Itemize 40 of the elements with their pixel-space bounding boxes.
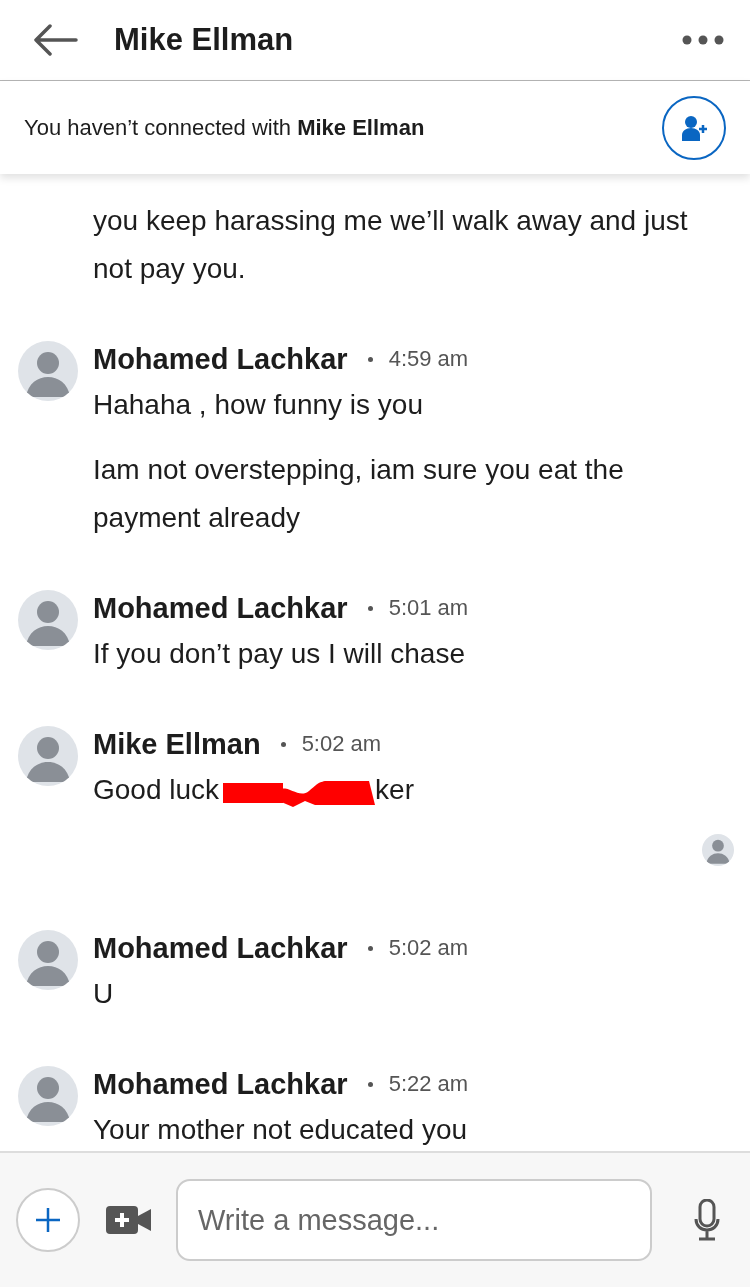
back-button[interactable] [32, 24, 78, 56]
message-time: 5:02 am [301, 731, 382, 757]
sender-name[interactable]: Mohamed Lachkar [93, 591, 348, 625]
video-camera-icon [106, 1206, 152, 1234]
message-text: Iam not overstepping, iam sure you eat the payment already [93, 454, 624, 533]
sender-name[interactable]: Mohamed Lachkar [93, 1067, 348, 1101]
separator-dot [367, 1081, 373, 1087]
message-time: 5:02 am [388, 935, 469, 961]
avatar [18, 341, 78, 401]
separator-dot [367, 605, 373, 611]
avatar [18, 930, 78, 990]
sender-name[interactable]: Mike Ellman [93, 727, 261, 761]
message-text: If you don’t pay us I will chase [93, 638, 465, 669]
message-text: ker [375, 774, 414, 805]
video-call-button[interactable] [106, 1206, 152, 1234]
message-text: you keep harassing me we’ll walk away and just not pay you. [93, 205, 688, 284]
avatar [18, 726, 78, 786]
message-text: Good luck [93, 774, 220, 805]
message-input[interactable]: Write a message... [176, 1179, 652, 1261]
avatar [18, 1066, 78, 1126]
voice-message-button[interactable] [694, 1199, 720, 1241]
separator-dot [367, 945, 373, 951]
microphone-icon [694, 1199, 720, 1241]
conversation-title: Mike Ellman [114, 22, 295, 58]
message-time: 5:22 am [388, 1071, 469, 1097]
plus-icon [35, 1207, 61, 1233]
sender-name[interactable]: Mohamed Lachkar [93, 342, 348, 376]
back-arrow-icon [32, 24, 78, 56]
message-time: 5:01 am [388, 595, 469, 621]
message-text: U [93, 978, 114, 1009]
avatar [18, 590, 78, 650]
message-text: Your mother not educated you [93, 1114, 468, 1145]
separator-dot [280, 741, 286, 747]
more-options-button[interactable] [682, 35, 724, 45]
sender-name[interactable]: Mohamed Lachkar [93, 931, 348, 965]
connect-notice: You haven’t connected with Mike Ellman [24, 114, 426, 141]
more-icon [682, 35, 724, 45]
message-time: 4:59 am [388, 346, 469, 372]
message-text: Hahaha , how funny is you [93, 389, 423, 420]
separator-dot [367, 356, 373, 362]
